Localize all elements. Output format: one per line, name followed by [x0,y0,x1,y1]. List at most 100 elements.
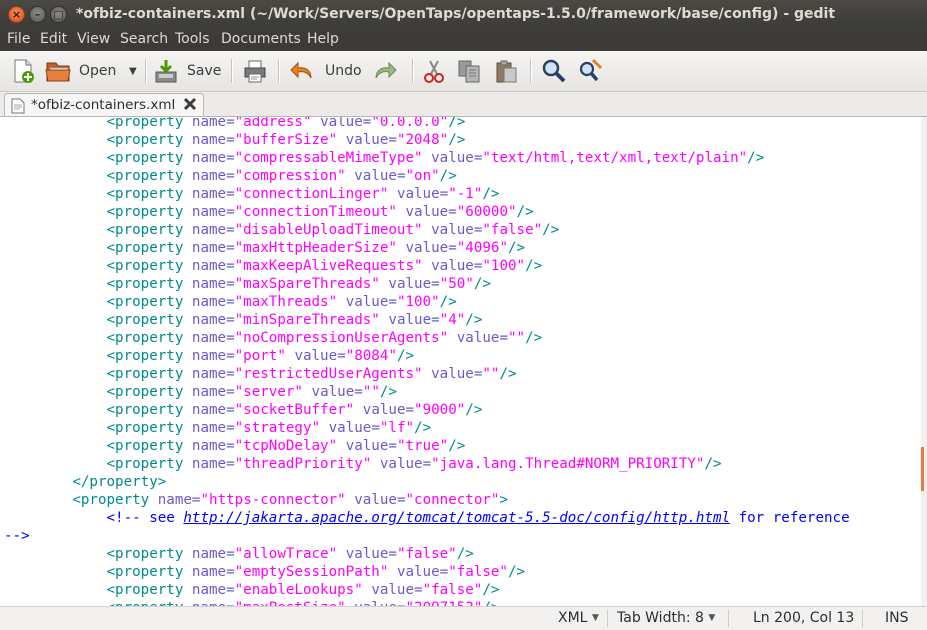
redo-button[interactable] [372,58,398,84]
menu-file[interactable]: File [7,31,30,47]
scrollbar-thumb[interactable] [921,447,924,491]
xml-string: "https-connector" [200,492,346,508]
cursor-position: Ln 200, Col 13 [753,610,855,626]
undo-button[interactable] [289,58,315,84]
code-line: <property name="tcpNoDelay" value="true"… [4,437,466,455]
find-button[interactable] [541,58,567,84]
xml-attribute: value= [362,402,415,418]
xml-tag: <property [106,366,184,382]
xml-attribute: name= [191,117,235,130]
menu-edit[interactable]: Edit [40,31,67,47]
code-line: <property name="maxThreads" value="100"/… [4,293,457,311]
xml-attribute: name= [191,258,235,274]
xml-attribute: name= [191,204,235,220]
code-line: <property name="compression" value="on"/… [4,167,457,185]
cut-button[interactable] [422,58,446,84]
xml-attribute: name= [191,582,235,598]
open-button[interactable] [44,58,72,84]
xml-tag: /> [507,240,526,256]
copy-button[interactable] [456,58,482,84]
xml-attribute: value= [345,132,397,148]
paste-icon [496,60,517,83]
xml-tag: <property [106,222,184,238]
code-line: <property name="https-connector" value="… [4,491,508,509]
code-line: <property name="connectionLinger" value=… [4,185,500,203]
xml-string: "text/html,text/xml,text/plain" [482,150,748,166]
xml-string: "100" [396,294,440,310]
menu-search[interactable]: Search [120,31,168,47]
language-selector[interactable]: XML ▼ [558,610,599,626]
xml-tag: /> [396,348,415,364]
text-editor[interactable]: <property name="address" value="0.0.0.0"… [0,117,921,606]
xml-attribute: value= [345,438,397,454]
open-recent-dropdown[interactable]: ▼ [129,66,137,77]
xml-string: "4" [439,312,466,328]
xml-attribute: name= [191,168,235,184]
maximize-icon: □ [53,8,64,21]
menu-view[interactable]: View [77,31,110,47]
xml-attribute: value= [379,456,432,472]
code-line: <property name="compressableMimeType" va… [4,149,765,167]
xml-string: "-1" [448,186,483,202]
xml-tag: <property [106,564,184,580]
code-line: <property name="socketBuffer" value="900… [4,401,483,419]
xml-attribute: name= [191,546,235,562]
xml-attribute: value= [388,312,440,328]
xml-attribute: name= [191,240,235,256]
xml-tag: <property [106,294,184,310]
scissors-icon [424,60,444,83]
xml-tag: <property [106,546,184,562]
find-replace-icon [579,58,603,82]
xml-attribute: name= [191,132,235,148]
xml-attribute: name= [191,330,235,346]
xml-attribute: value= [354,492,406,508]
xml-attribute: name= [191,384,235,400]
xml-tag: <property [106,186,184,202]
close-tab-icon[interactable] [183,97,197,111]
xml-tag: /> [499,366,517,382]
toolbar-separator [231,59,233,83]
open-label[interactable]: Open [79,63,116,79]
comment-link: http://jakarta.apache.org/tomcat/tomcat-… [183,510,731,526]
menu-tools[interactable]: Tools [175,31,210,47]
menu-documents[interactable]: Documents [221,31,301,47]
xml-comment: for reference [730,510,850,526]
toolbar-separator [530,59,532,83]
xml-attribute: value= [311,384,363,400]
undo-label[interactable]: Undo [325,63,362,79]
save-button[interactable] [153,58,179,84]
xml-attribute: name= [191,348,235,364]
new-button[interactable] [10,58,36,84]
window-maximize-button[interactable]: □ [50,6,67,23]
xml-tag: <property [106,384,184,400]
find-replace-button[interactable] [577,58,603,84]
tab-ofbiz-containers[interactable]: *ofbiz-containers.xml [4,93,204,116]
undo-icon [290,61,312,79]
xml-string: "" [507,330,526,346]
code-line: <property name="maxHttpHeaderSize" value… [4,239,526,257]
print-button[interactable] [242,58,268,84]
xml-tag: /> [516,204,534,220]
xml-string: "socketBuffer" [234,402,355,418]
new-document-icon [14,59,34,83]
xml-string: "maxThreads" [234,294,338,310]
redo-icon [375,61,397,79]
xml-string: "emptySessionPath" [234,564,389,580]
xml-attribute: value= [371,582,423,598]
xml-attribute: value= [328,420,380,436]
window-close-button[interactable]: × [8,6,25,23]
status-separator [862,610,863,627]
menu-help[interactable]: Help [307,31,339,47]
xml-attribute: name= [191,276,235,292]
code-line: <property name="threadPriority" value="j… [4,455,722,473]
window-minimize-button[interactable]: – [29,6,46,23]
xml-attribute: value= [345,546,397,562]
xml-attribute: value= [345,294,397,310]
save-label[interactable]: Save [187,63,221,79]
xml-string: "maxSpareThreads" [234,276,380,292]
xml-string: "60000" [456,204,517,220]
tab-width-selector[interactable]: Tab Width: 8 ▼ [617,610,715,626]
vertical-scrollbar[interactable] [921,117,927,606]
paste-button[interactable] [493,58,519,84]
close-icon: × [11,8,22,21]
